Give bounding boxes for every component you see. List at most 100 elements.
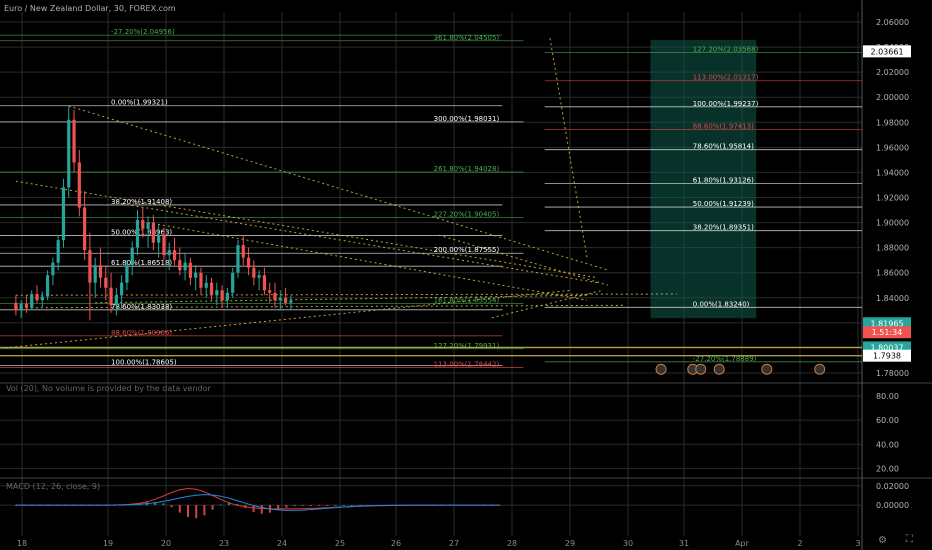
fullscreen-icon[interactable]: ⛶: [906, 534, 913, 545]
candle-body: [204, 282, 208, 288]
price-badge-label: 1.51:34: [872, 328, 903, 337]
y-tick-label: 1.94000: [876, 168, 909, 177]
y-tick-label: 1.92000: [876, 194, 909, 203]
x-tick-label: 26: [391, 539, 401, 548]
volume-note: Vol (20), No volume is provided by the d…: [6, 384, 211, 393]
candle-body: [146, 222, 150, 229]
x-tick-label: 23: [219, 539, 229, 548]
candle-body: [83, 207, 87, 251]
macd-bar: [326, 505, 329, 506]
x-tick-label: 19: [103, 539, 113, 548]
fib-mid-label: 361.80%(2.04505): [434, 34, 500, 42]
volume-tick-label: 20.00: [876, 464, 899, 473]
candle-body: [231, 272, 235, 293]
macd-bar: [203, 505, 206, 516]
fib-right-label: 38.20%(1.89351): [693, 224, 754, 232]
y-tick-label: 2.06000: [876, 18, 909, 27]
candle-body: [125, 265, 129, 283]
candle-body: [215, 290, 219, 296]
y-tick-label: 1.96000: [876, 143, 909, 152]
candle-body: [14, 302, 18, 311]
candle-body: [220, 290, 224, 301]
fib-right-label: 50.00%(1.91239): [693, 200, 754, 208]
fib-left-label: 0.00%(1.99321): [111, 99, 168, 107]
macd-bar: [293, 505, 296, 507]
y-tick-label: 1.78000: [876, 369, 909, 378]
y-tick-label: 2.02000: [876, 68, 909, 77]
fib-mid-label: 261.80%(1.94028): [434, 165, 500, 173]
macd-bar: [219, 504, 222, 506]
event-marker-icon[interactable]: [655, 363, 667, 375]
candle-body: [162, 235, 166, 256]
candle-body: [188, 262, 192, 278]
event-marker-icon[interactable]: [814, 363, 826, 375]
chart-root[interactable]: 181920232425262728293031Apr232.060002.04…: [0, 0, 932, 550]
candle-body: [141, 220, 145, 229]
candle-body: [35, 294, 39, 301]
candle-body: [51, 262, 55, 276]
y-tick-label: 1.98000: [876, 118, 909, 127]
candle-body: [183, 262, 187, 271]
candle-body: [178, 260, 182, 271]
candle-body: [273, 292, 277, 301]
candle-body: [289, 300, 293, 303]
fib-mid-label: 300.00%(1.98031): [434, 115, 500, 123]
fib-right-label: 61.80%(1.93126): [693, 176, 754, 184]
fib-mid-label: 227.20%(1.90405): [434, 210, 500, 218]
macd-bar: [309, 505, 312, 506]
fib-mid-label: 200.00%(1.87555): [434, 246, 500, 254]
x-tick-label: Apr: [735, 539, 750, 548]
candle-body: [209, 282, 214, 296]
y-tick-label: 1.84000: [876, 294, 909, 303]
candle-body: [24, 304, 29, 308]
x-tick-label: 20: [161, 539, 171, 548]
y-tick-label: 1.88000: [876, 244, 909, 253]
candle-body: [40, 296, 44, 301]
fib-mid-label: 127.20%(1.79931): [434, 342, 500, 350]
symbol-title: Euro / New Zealand Dollar, 30, FOREX.com: [4, 4, 176, 13]
x-tick-label: 29: [565, 539, 575, 548]
fib-left-label: 88.60%(1.80966): [111, 329, 172, 337]
x-tick-label: 24: [277, 539, 287, 548]
macd-bar: [260, 505, 263, 514]
chart-background: [0, 0, 932, 550]
candle-body: [157, 235, 161, 243]
y-tick-label: 1.90000: [876, 219, 909, 228]
fib-right-label: 127.20%(2.03568): [693, 46, 759, 54]
macd-tick-label: 0.02000: [876, 482, 909, 491]
x-tick-label: 27: [449, 539, 459, 548]
fib-right-label: 0.00%(1.83240): [693, 300, 750, 308]
candle-body: [278, 297, 282, 301]
x-tick-label: 25: [335, 539, 345, 548]
fib-left-label: 61.80%(1.86518): [111, 259, 172, 267]
macd-bar: [334, 505, 337, 506]
macd-bar: [195, 505, 198, 519]
candle-body: [262, 275, 267, 291]
fib-right-label: 100.00%(1.99237): [693, 100, 759, 108]
x-tick-label: 3: [855, 539, 860, 548]
y-tick-label: 1.86000: [876, 269, 909, 278]
candle-body: [67, 119, 71, 188]
candle-body: [104, 277, 108, 288]
chart-svg: 181920232425262728293031Apr232.060002.04…: [0, 0, 932, 550]
x-tick-label: 2: [797, 539, 802, 548]
candle-body: [167, 250, 171, 256]
event-marker-icon[interactable]: [761, 363, 773, 375]
volume-tick-label: 60.00: [876, 416, 899, 425]
candle-body: [199, 272, 203, 288]
macd-bar: [342, 505, 345, 506]
gear-icon[interactable]: ⚙: [878, 535, 887, 546]
macd-bar: [301, 505, 304, 506]
candle-body: [257, 275, 261, 278]
event-marker-icon[interactable]: [713, 363, 725, 375]
candle-body: [268, 290, 272, 293]
candle-body: [30, 294, 34, 308]
fib-left-label: 38.20%(1.91408): [111, 198, 172, 206]
x-tick-label: 28: [507, 539, 517, 548]
macd-bar: [178, 505, 181, 513]
x-tick-label: 30: [623, 539, 633, 548]
fib-left-label: -27.20%(2.04956): [111, 28, 175, 36]
candle-body: [241, 245, 245, 258]
event-marker-icon[interactable]: [695, 363, 707, 375]
fib-mid-label: 113.00%(1.78442): [434, 360, 500, 368]
